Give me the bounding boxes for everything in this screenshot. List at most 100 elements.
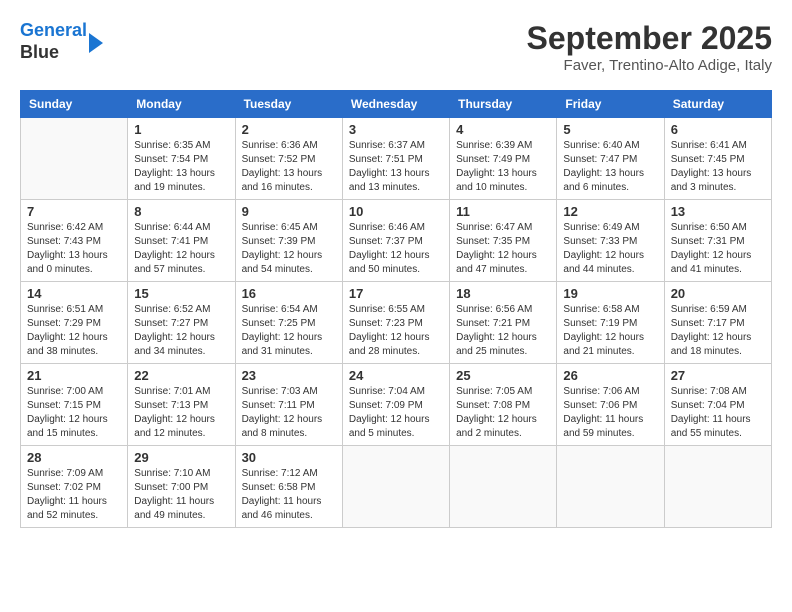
day-info: Sunrise: 6:51 AMSunset: 7:29 PMDaylight:… (27, 303, 121, 359)
day-number: 5 (563, 122, 657, 137)
calendar-week-row: 1 Sunrise: 6:35 AMSunset: 7:54 PMDaylight… (21, 118, 772, 200)
calendar-header-row: SundayMondayTuesdayWednesdayThursdayFrid… (21, 91, 772, 118)
calendar-week-row: 14 Sunrise: 6:51 AMSunset: 7:29 PMDayligh… (21, 282, 772, 364)
calendar-week-row: 28 Sunrise: 7:09 AMSunset: 7:02 PMDayligh… (21, 446, 772, 528)
day-info: Sunrise: 7:03 AMSunset: 7:11 PMDaylight:… (242, 385, 336, 441)
day-info: Sunrise: 6:35 AMSunset: 7:54 PMDaylight:… (134, 139, 228, 195)
day-number: 25 (456, 368, 550, 383)
calendar-week-row: 7Sunrise: 6:42 AMSunset: 7:43 PMDaylight… (21, 200, 772, 282)
day-info: Sunrise: 7:05 AMSunset: 7:08 PMDaylight:… (456, 385, 550, 441)
day-info: Sunrise: 6:36 AMSunset: 7:52 PMDaylight:… (242, 139, 336, 195)
day-info: Sunrise: 7:01 AMSunset: 7:13 PMDaylight:… (134, 385, 228, 441)
day-info: Sunrise: 7:10 AMSunset: 7:00 PMDaylight:… (134, 467, 228, 523)
calendar-cell: 4 Sunrise: 6:39 AMSunset: 7:49 PMDaylight… (450, 118, 557, 200)
calendar-cell: 15 Sunrise: 6:52 AMSunset: 7:27 PMDayligh… (128, 282, 235, 364)
calendar-cell (342, 446, 449, 528)
title-block: September 2025 Faver, Trentino-Alto Adig… (527, 20, 772, 74)
calendar-cell (557, 446, 664, 528)
calendar-week-row: 21 Sunrise: 7:00 AMSunset: 7:15 PMDayligh… (21, 364, 772, 446)
day-info: Sunrise: 6:55 AMSunset: 7:23 PMDaylight:… (349, 303, 443, 359)
calendar-cell: 28 Sunrise: 7:09 AMSunset: 7:02 PMDayligh… (21, 446, 128, 528)
calendar-cell: 16 Sunrise: 6:54 AMSunset: 7:25 PMDayligh… (235, 282, 342, 364)
calendar-cell: 11 Sunrise: 6:47 AMSunset: 7:35 PMDayligh… (450, 200, 557, 282)
calendar-cell: 26Sunrise: 7:06 AMSunset: 7:06 PMDayligh… (557, 364, 664, 446)
day-number: 3 (349, 122, 443, 137)
day-number: 27 (671, 368, 765, 383)
day-number: 14 (27, 286, 121, 301)
day-info: Sunrise: 6:59 AMSunset: 7:17 PMDaylight:… (671, 303, 765, 359)
day-info: Sunrise: 6:47 AMSunset: 7:35 PMDaylight:… (456, 221, 550, 277)
day-info: Sunrise: 7:08 AMSunset: 7:04 PMDaylight:… (671, 385, 765, 441)
calendar-cell: 14 Sunrise: 6:51 AMSunset: 7:29 PMDayligh… (21, 282, 128, 364)
day-number: 18 (456, 286, 550, 301)
month-title: September 2025 (527, 20, 772, 57)
day-info: Sunrise: 6:42 AMSunset: 7:43 PMDaylight:… (27, 221, 121, 277)
calendar-cell: 6 Sunrise: 6:41 AMSunset: 7:45 PMDaylight… (664, 118, 771, 200)
day-info: Sunrise: 6:46 AMSunset: 7:37 PMDaylight:… (349, 221, 443, 277)
logo-arrow-icon (89, 33, 103, 53)
day-info: Sunrise: 6:37 AMSunset: 7:51 PMDaylight:… (349, 139, 443, 195)
day-number: 11 (456, 204, 550, 219)
calendar-cell: 17Sunrise: 6:55 AMSunset: 7:23 PMDayligh… (342, 282, 449, 364)
day-number: 28 (27, 450, 121, 465)
day-info: Sunrise: 7:04 AMSunset: 7:09 PMDaylight:… (349, 385, 443, 441)
day-number: 12 (563, 204, 657, 219)
calendar-cell: 23 Sunrise: 7:03 AMSunset: 7:11 PMDayligh… (235, 364, 342, 446)
day-number: 15 (134, 286, 228, 301)
calendar-cell (664, 446, 771, 528)
day-number: 21 (27, 368, 121, 383)
calendar-cell: 18 Sunrise: 6:56 AMSunset: 7:21 PMDayligh… (450, 282, 557, 364)
day-info: Sunrise: 6:54 AMSunset: 7:25 PMDaylight:… (242, 303, 336, 359)
day-info: Sunrise: 6:44 AMSunset: 7:41 PMDaylight:… (134, 221, 228, 277)
calendar-table: SundayMondayTuesdayWednesdayThursdayFrid… (20, 90, 772, 528)
day-number: 22 (134, 368, 228, 383)
day-number: 4 (456, 122, 550, 137)
day-number: 19 (563, 286, 657, 301)
calendar-cell: 1 Sunrise: 6:35 AMSunset: 7:54 PMDaylight… (128, 118, 235, 200)
day-number: 1 (134, 122, 228, 137)
calendar-cell: 20 Sunrise: 6:59 AMSunset: 7:17 PMDayligh… (664, 282, 771, 364)
day-number: 20 (671, 286, 765, 301)
day-number: 2 (242, 122, 336, 137)
calendar-cell: 29 Sunrise: 7:10 AMSunset: 7:00 PMDayligh… (128, 446, 235, 528)
day-info: Sunrise: 6:40 AMSunset: 7:47 PMDaylight:… (563, 139, 657, 195)
day-info: Sunrise: 6:56 AMSunset: 7:21 PMDaylight:… (456, 303, 550, 359)
logo: GeneralBlue (20, 20, 103, 63)
day-number: 29 (134, 450, 228, 465)
logo-text: GeneralBlue (20, 20, 87, 63)
day-number: 24 (349, 368, 443, 383)
column-header-tuesday: Tuesday (235, 91, 342, 118)
calendar-cell: 3 Sunrise: 6:37 AMSunset: 7:51 PMDaylight… (342, 118, 449, 200)
calendar-cell: 30Sunrise: 7:12 AMSunset: 6:58 PMDayligh… (235, 446, 342, 528)
calendar-cell: 21 Sunrise: 7:00 AMSunset: 7:15 PMDayligh… (21, 364, 128, 446)
day-info: Sunrise: 7:12 AMSunset: 6:58 PMDaylight:… (242, 467, 336, 523)
calendar-cell: 9Sunrise: 6:45 AMSunset: 7:39 PMDaylight… (235, 200, 342, 282)
page-header: GeneralBlue September 2025 Faver, Trenti… (20, 20, 772, 74)
day-info: Sunrise: 7:00 AMSunset: 7:15 PMDaylight:… (27, 385, 121, 441)
calendar-cell: 5 Sunrise: 6:40 AMSunset: 7:47 PMDaylight… (557, 118, 664, 200)
day-info: Sunrise: 6:52 AMSunset: 7:27 PMDaylight:… (134, 303, 228, 359)
calendar-cell: 13 Sunrise: 6:50 AMSunset: 7:31 PMDayligh… (664, 200, 771, 282)
calendar-cell: 7Sunrise: 6:42 AMSunset: 7:43 PMDaylight… (21, 200, 128, 282)
column-header-monday: Monday (128, 91, 235, 118)
day-info: Sunrise: 6:39 AMSunset: 7:49 PMDaylight:… (456, 139, 550, 195)
day-number: 6 (671, 122, 765, 137)
column-header-wednesday: Wednesday (342, 91, 449, 118)
column-header-thursday: Thursday (450, 91, 557, 118)
day-info: Sunrise: 6:41 AMSunset: 7:45 PMDaylight:… (671, 139, 765, 195)
calendar-cell: 27 Sunrise: 7:08 AMSunset: 7:04 PMDayligh… (664, 364, 771, 446)
day-number: 16 (242, 286, 336, 301)
day-number: 8 (134, 204, 228, 219)
day-info: Sunrise: 6:45 AMSunset: 7:39 PMDaylight:… (242, 221, 336, 277)
day-info: Sunrise: 6:50 AMSunset: 7:31 PMDaylight:… (671, 221, 765, 277)
calendar-cell: 12 Sunrise: 6:49 AMSunset: 7:33 PMDayligh… (557, 200, 664, 282)
column-header-saturday: Saturday (664, 91, 771, 118)
day-number: 23 (242, 368, 336, 383)
calendar-cell (21, 118, 128, 200)
calendar-cell: 8 Sunrise: 6:44 AMSunset: 7:41 PMDaylight… (128, 200, 235, 282)
day-info: Sunrise: 6:49 AMSunset: 7:33 PMDaylight:… (563, 221, 657, 277)
day-number: 13 (671, 204, 765, 219)
day-info: Sunrise: 6:58 AMSunset: 7:19 PMDaylight:… (563, 303, 657, 359)
column-header-sunday: Sunday (21, 91, 128, 118)
day-info: Sunrise: 7:09 AMSunset: 7:02 PMDaylight:… (27, 467, 121, 523)
